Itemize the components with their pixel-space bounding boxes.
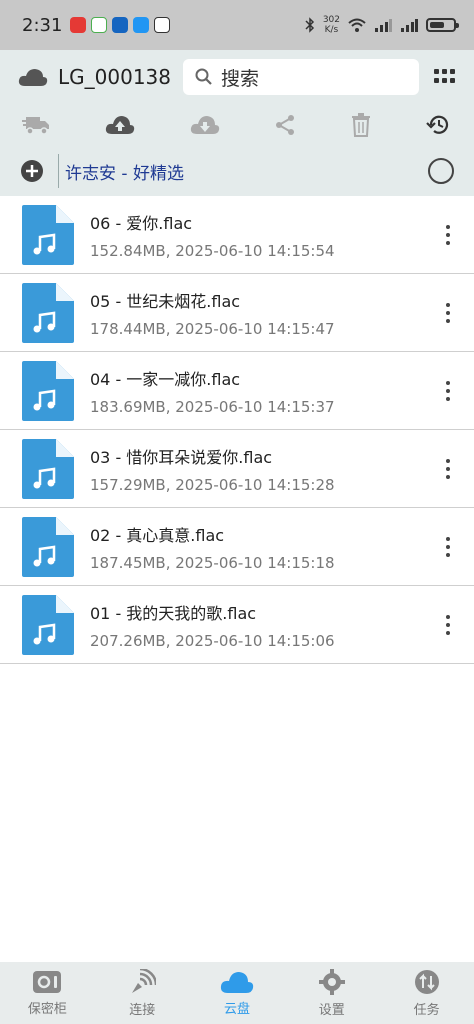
transfer-icon — [414, 969, 439, 994]
wifi-icon — [348, 18, 366, 32]
music-file-icon — [22, 360, 74, 421]
file-name: 05 - 世纪未烟花.flac — [90, 291, 241, 311]
nav-label: 云盘 — [223, 1001, 250, 1017]
message-icon — [133, 17, 150, 33]
speed-unit: K/s — [324, 25, 339, 35]
search-placeholder: 搜索 — [221, 67, 260, 90]
bluetooth-icon — [305, 17, 314, 33]
list-item[interactable]: 01 - 我的天我的歌.flac 207.26MB, 2025-06-10 14… — [0, 586, 474, 664]
gear-icon — [318, 968, 345, 995]
cloud-icon — [18, 69, 48, 86]
nav-item-settings[interactable]: 设置 — [284, 962, 379, 1024]
search-input[interactable]: 搜索 — [183, 59, 419, 95]
bottom-nav: 保密柜 连接 云盘 设置 任务 — [0, 962, 474, 1024]
nav-item-connect[interactable]: 连接 — [95, 962, 190, 1024]
list-item[interactable]: 03 - 惜你耳朵说爱你.flac 157.29MB, 2025-06-10 1… — [0, 430, 474, 508]
select-all-checkbox[interactable] — [428, 158, 454, 184]
cloud-icon — [220, 971, 254, 993]
path-divider — [58, 154, 59, 188]
file-meta: 207.26MB, 2025-06-10 14:15:06 — [90, 631, 335, 650]
file-name: 06 - 爱你.flac — [90, 213, 193, 233]
music-file-icon — [22, 204, 74, 265]
nav-label: 设置 — [318, 1002, 345, 1018]
grid-menu-icon[interactable] — [434, 69, 456, 85]
safe-icon — [33, 970, 62, 993]
nfc-icon — [154, 17, 171, 33]
nav-item-cloud[interactable]: 云盘 — [190, 962, 285, 1024]
nav-label: 任务 — [413, 1002, 440, 1018]
file-meta: 157.29MB, 2025-06-10 14:15:28 — [90, 475, 335, 494]
nav-label: 保密柜 — [27, 1001, 67, 1017]
signal-icon — [375, 19, 392, 32]
music-file-icon — [22, 516, 74, 577]
battery-icon — [426, 18, 459, 32]
toolbar — [0, 104, 474, 146]
file-name: 04 - 一家一减你.flac — [90, 369, 241, 389]
file-list: 06 - 爱你.flac 152.84MB, 2025-06-10 14:15:… — [0, 196, 474, 664]
network-speed: 302 K/s — [323, 15, 340, 35]
more-options-icon[interactable] — [438, 458, 458, 479]
device-title: LG_000138 — [58, 65, 171, 89]
list-item[interactable]: 04 - 一家一减你.flac 183.69MB, 2025-06-10 14:… — [0, 352, 474, 430]
share-icon[interactable] — [274, 114, 296, 136]
missed-call-icon — [70, 17, 87, 33]
cloud-upload-icon[interactable] — [105, 114, 135, 136]
trash-icon[interactable] — [351, 113, 371, 137]
music-file-icon — [22, 282, 74, 343]
file-meta: 152.84MB, 2025-06-10 14:15:54 — [90, 241, 335, 260]
music-file-icon — [22, 594, 74, 655]
history-icon[interactable] — [426, 114, 450, 136]
signal-icon-2 — [401, 19, 418, 32]
list-item[interactable]: 06 - 爱你.flac 152.84MB, 2025-06-10 14:15:… — [0, 196, 474, 274]
app-header: LG_000138 搜索 许志安 - 好精选 — [0, 50, 474, 196]
app-notification-icon — [112, 17, 129, 33]
file-name: 02 - 真心真意.flac — [90, 525, 225, 545]
list-item[interactable]: 02 - 真心真意.flac 187.45MB, 2025-06-10 14:1… — [0, 508, 474, 586]
status-bar: 2:31 302 K/s — [0, 0, 474, 50]
file-meta: 183.69MB, 2025-06-10 14:15:37 — [90, 397, 335, 416]
list-item[interactable]: 05 - 世纪未烟花.flac 178.44MB, 2025-06-10 14:… — [0, 274, 474, 352]
file-meta: 187.45MB, 2025-06-10 14:15:18 — [90, 553, 335, 572]
more-options-icon[interactable] — [438, 302, 458, 323]
phone-icon — [91, 17, 108, 33]
speed-value: 302 — [322, 15, 340, 25]
more-options-icon[interactable] — [438, 380, 458, 401]
file-meta: 178.44MB, 2025-06-10 14:15:47 — [90, 319, 335, 338]
music-file-icon — [22, 438, 74, 499]
connect-icon — [132, 968, 157, 993]
file-name: 03 - 惜你耳朵说爱你.flac — [90, 447, 273, 467]
add-icon[interactable] — [20, 159, 44, 183]
status-time: 2:31 — [22, 14, 63, 36]
file-name: 01 - 我的天我的歌.flac — [90, 603, 257, 623]
move-truck-icon[interactable] — [22, 114, 50, 136]
more-options-icon[interactable] — [438, 224, 458, 245]
cloud-download-icon[interactable] — [190, 114, 220, 136]
nav-item-safe[interactable]: 保密柜 — [0, 962, 95, 1024]
search-icon — [195, 68, 212, 85]
breadcrumb[interactable]: 许志安 - 好精选 — [65, 159, 184, 184]
nav-item-tasks[interactable]: 任务 — [379, 962, 474, 1024]
more-options-icon[interactable] — [438, 614, 458, 635]
more-options-icon[interactable] — [438, 536, 458, 557]
nav-label: 连接 — [129, 1002, 156, 1018]
